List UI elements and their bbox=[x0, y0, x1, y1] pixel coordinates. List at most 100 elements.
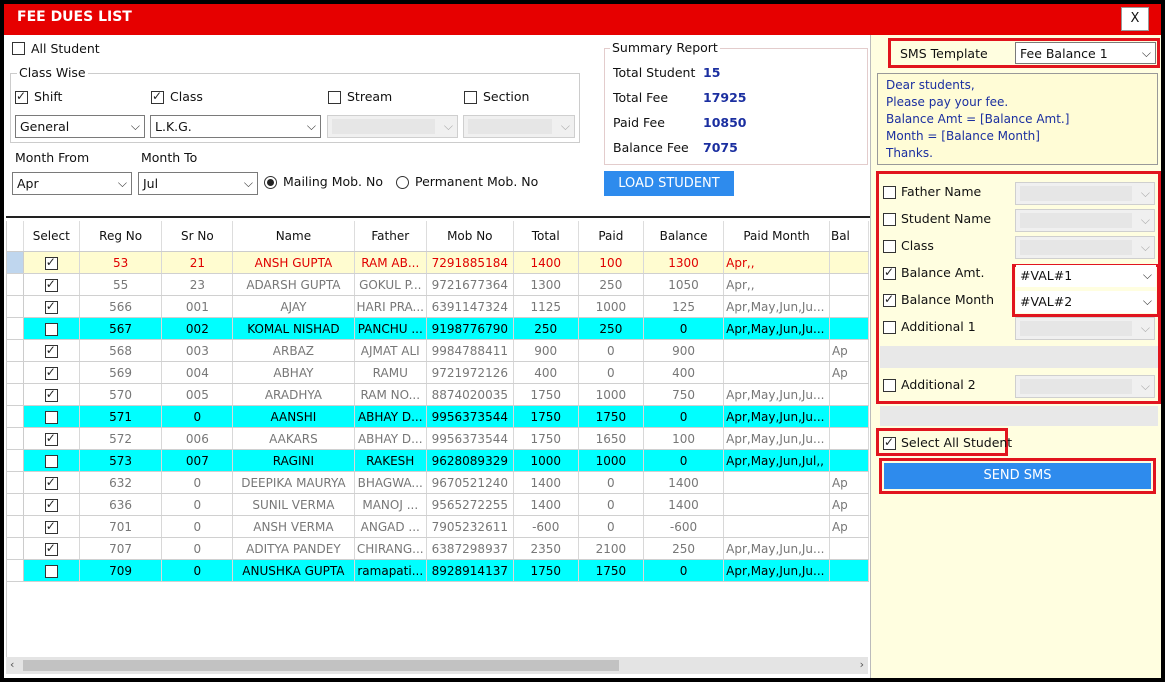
balance-month-select[interactable]: #VAL#2 ⌵ bbox=[1016, 291, 1156, 313]
row-select-checkbox[interactable] bbox=[44, 497, 58, 512]
row-select-checkbox[interactable] bbox=[44, 564, 58, 578]
student-name-select[interactable]: ⌵ bbox=[1015, 209, 1155, 232]
column-header[interactable]: Paid Month bbox=[723, 221, 830, 252]
table-row[interactable]: 567 002 KOMAL NISHAD PANCHU ... 9198776790 25… bbox=[7, 317, 869, 340]
row-header[interactable] bbox=[7, 317, 24, 340]
row-header[interactable] bbox=[7, 427, 24, 450]
select-cell[interactable] bbox=[23, 273, 80, 296]
table-row[interactable]: 573 007 RAGINI RAKESH 9628089329 1000 1000 0 Apr… bbox=[7, 449, 869, 472]
table-row[interactable]: 571 0 AANSHI ABHAY D... 9956373544 1750 1750 0 A… bbox=[7, 405, 869, 428]
stream-checkbox[interactable] bbox=[328, 91, 341, 104]
row-header[interactable] bbox=[7, 251, 24, 274]
row-select-checkbox[interactable] bbox=[44, 322, 58, 336]
row-select-checkbox[interactable] bbox=[44, 454, 58, 468]
additional2-select[interactable]: ⌵ bbox=[1015, 375, 1155, 398]
select-cell[interactable] bbox=[23, 383, 80, 406]
select-cell[interactable] bbox=[23, 427, 80, 450]
table-row[interactable]: 570005ARADHYARAM NO...887402003517501000… bbox=[7, 383, 869, 406]
class-sms-select[interactable]: ⌵ bbox=[1015, 236, 1155, 259]
select-cell[interactable] bbox=[23, 559, 80, 582]
row-header[interactable] bbox=[7, 295, 24, 318]
balance-amt-select[interactable]: #VAL#1 ⌵ bbox=[1016, 265, 1156, 287]
row-select-checkbox[interactable] bbox=[44, 475, 58, 490]
row-select-checkbox[interactable] bbox=[44, 343, 58, 358]
row-header[interactable] bbox=[7, 361, 24, 384]
column-header[interactable]: Bal bbox=[829, 221, 869, 252]
select-cell[interactable] bbox=[23, 317, 80, 340]
all-student-checkbox[interactable] bbox=[12, 42, 25, 55]
table-row[interactable]: 709 0 ANUSHKA GUPTA ramapati... 8928914137 17… bbox=[7, 559, 869, 582]
additional2-input[interactable] bbox=[880, 406, 1158, 426]
row-header[interactable] bbox=[7, 537, 24, 560]
stream-select[interactable]: ⌵ bbox=[327, 115, 458, 138]
column-header[interactable]: Father bbox=[354, 221, 427, 252]
table-row[interactable]: 5321ANSH GUPTARAM AB...72918851841400100… bbox=[7, 251, 869, 274]
row-select-checkbox[interactable] bbox=[44, 519, 58, 534]
class-sms-checkbox[interactable] bbox=[883, 240, 896, 253]
select-cell[interactable] bbox=[23, 493, 80, 516]
select-cell[interactable] bbox=[23, 471, 80, 494]
row-header[interactable] bbox=[7, 449, 24, 472]
father-name-checkbox[interactable] bbox=[883, 186, 896, 199]
row-select-checkbox[interactable] bbox=[44, 277, 58, 292]
table-row[interactable]: 5523ADARSH GUPTAGOKUL P...97216773641300… bbox=[7, 273, 869, 296]
table-row[interactable]: 6360SUNIL VERMAMANOJ ...9565272255140001… bbox=[7, 493, 869, 516]
table-row[interactable]: 7010ANSH VERMAANGAD ...7905232611-6000-6… bbox=[7, 515, 869, 538]
table-row[interactable]: 7070ADITYA PANDEYCHIRANG...6387298937235… bbox=[7, 537, 869, 560]
sms-message-preview[interactable]: Dear students, Please pay your fee. Balanc… bbox=[877, 73, 1158, 165]
row-select-checkbox[interactable] bbox=[44, 299, 58, 314]
table-row[interactable]: 566001AJAYHARI PRA...6391147324112510001… bbox=[7, 295, 869, 318]
additional1-select[interactable]: ⌵ bbox=[1015, 317, 1155, 340]
shift-checkbox[interactable] bbox=[15, 89, 28, 104]
send-sms-button[interactable]: SEND SMS bbox=[884, 463, 1151, 489]
scroll-left-icon[interactable]: ‹ bbox=[10, 658, 14, 671]
select-cell[interactable] bbox=[23, 295, 80, 318]
class-select[interactable]: L.K.G. ⌵ bbox=[150, 115, 321, 138]
additional1-checkbox[interactable] bbox=[883, 321, 896, 334]
close-button[interactable]: X bbox=[1121, 7, 1149, 31]
section-checkbox[interactable] bbox=[464, 91, 477, 104]
permanent-mob-radio[interactable] bbox=[396, 176, 409, 189]
column-header[interactable]: Name bbox=[232, 221, 355, 252]
scroll-right-icon[interactable]: › bbox=[860, 658, 864, 671]
balance-amt-checkbox[interactable] bbox=[883, 265, 896, 280]
row-select-checkbox[interactable] bbox=[44, 410, 58, 424]
row-header[interactable] bbox=[7, 471, 24, 494]
row-select-checkbox[interactable] bbox=[44, 387, 58, 402]
column-header[interactable]: Sr No bbox=[161, 221, 234, 252]
month-from-select[interactable]: Apr ⌵ bbox=[12, 172, 132, 195]
row-select-checkbox[interactable] bbox=[44, 541, 58, 556]
column-header[interactable]: Select bbox=[23, 221, 80, 252]
mailing-mob-radio[interactable] bbox=[264, 176, 277, 189]
select-cell[interactable] bbox=[23, 449, 80, 472]
father-name-select[interactable]: ⌵ bbox=[1015, 182, 1155, 205]
additional1-input[interactable] bbox=[880, 346, 1158, 368]
table-row[interactable]: 6320DEEPIKA MAURYABHAGWA...9670521240140… bbox=[7, 471, 869, 494]
horizontal-scrollbar[interactable]: ‹ › bbox=[6, 657, 868, 674]
load-student-button[interactable]: LOAD STUDENT bbox=[604, 171, 734, 196]
balance-month-checkbox[interactable] bbox=[883, 292, 896, 307]
select-cell[interactable] bbox=[23, 515, 80, 538]
row-header[interactable] bbox=[7, 405, 24, 428]
table-row[interactable]: 572006AAKARSABHAY D...995637354417501650… bbox=[7, 427, 869, 450]
select-all-checkbox[interactable] bbox=[883, 435, 896, 450]
row-header[interactable] bbox=[7, 559, 24, 582]
column-header[interactable]: Paid bbox=[578, 221, 644, 252]
select-cell[interactable] bbox=[23, 251, 80, 274]
student-name-checkbox[interactable] bbox=[883, 213, 896, 226]
select-cell[interactable] bbox=[23, 361, 80, 384]
row-select-checkbox[interactable] bbox=[44, 431, 58, 446]
month-to-select[interactable]: Jul ⌵ bbox=[138, 172, 258, 195]
scrollbar-thumb[interactable] bbox=[23, 660, 619, 671]
additional2-checkbox[interactable] bbox=[883, 379, 896, 392]
column-header[interactable]: Mob No bbox=[426, 221, 514, 252]
row-select-checkbox[interactable] bbox=[44, 365, 58, 380]
column-header[interactable]: Balance bbox=[643, 221, 725, 252]
table-row[interactable]: 568003ARBAZAJMAT ALI99847884119000900Ap bbox=[7, 339, 869, 362]
select-cell[interactable] bbox=[23, 405, 80, 428]
shift-select[interactable]: General ⌵ bbox=[15, 115, 145, 138]
column-header[interactable]: Total bbox=[513, 221, 579, 252]
select-cell[interactable] bbox=[23, 339, 80, 362]
column-header[interactable]: Reg No bbox=[79, 221, 163, 252]
row-header[interactable] bbox=[7, 273, 24, 296]
